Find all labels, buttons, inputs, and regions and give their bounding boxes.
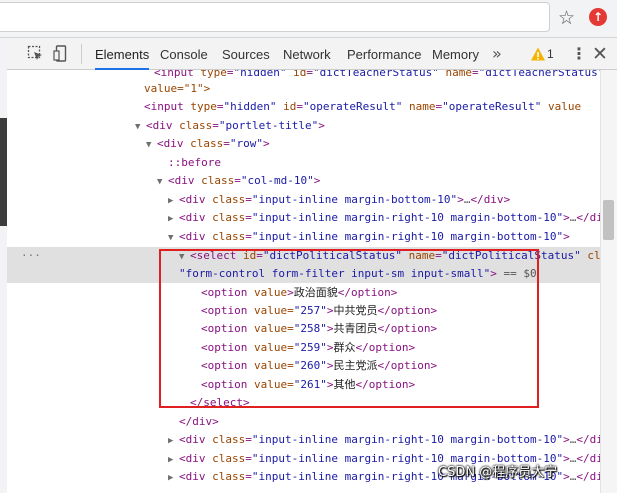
expand-triangle-icon[interactable]: ▼ xyxy=(168,229,179,247)
more-options-icon[interactable]: ⋮ xyxy=(571,38,587,70)
device-toolbar-icon[interactable] xyxy=(53,45,70,62)
address-bar[interactable] xyxy=(0,2,550,32)
watermark: CSDN @程序员大宁 xyxy=(438,465,558,480)
collapse-triangle-icon[interactable]: ▶ xyxy=(168,451,179,469)
dom-node-line[interactable]: value="1"> xyxy=(7,80,600,98)
browser-toolbar: ☆ ↑ xyxy=(0,0,617,38)
vertical-scrollbar[interactable] xyxy=(600,70,617,493)
dom-node-line[interactable]: ▶ <div class="input-inline margin-bottom-… xyxy=(7,191,600,209)
collapse-triangle-icon[interactable]: ▶ xyxy=(168,432,179,450)
dom-node-line[interactable]: ▶ <div class="input-inline margin-right-1… xyxy=(7,209,600,227)
tab-console[interactable]: Console xyxy=(160,38,208,70)
warning-icon[interactable] xyxy=(530,46,546,62)
collapse-triangle-icon[interactable]: ▶ xyxy=(168,210,179,228)
tab-elements[interactable]: Elements xyxy=(95,38,150,70)
more-tabs-button[interactable]: » xyxy=(492,38,502,70)
dom-node-line[interactable]: ▶ <div class="input-inline margin-right-1… xyxy=(7,431,600,449)
extension-icon[interactable]: ↑ xyxy=(589,8,607,26)
scrollbar-thumb[interactable] xyxy=(603,200,614,240)
dom-node-line[interactable]: <input type="hidden" id="operateResult" … xyxy=(7,98,600,116)
warning-count[interactable]: 1 xyxy=(547,38,554,71)
dom-node-line[interactable]: </div> xyxy=(7,413,600,431)
tab-sources[interactable]: Sources xyxy=(222,38,270,70)
toolbar-divider xyxy=(81,44,82,64)
dom-node-line[interactable]: ▼ <div class="portlet-title"> xyxy=(7,117,600,135)
dom-node-line[interactable]: ▼ <div class="row"> xyxy=(7,135,600,153)
dom-node-line[interactable]: ▼ <div class="input-inline margin-right-1… xyxy=(7,228,600,246)
close-devtools-icon[interactable]: ✕ xyxy=(592,38,608,70)
node-actions-icon[interactable]: ··· xyxy=(21,247,41,265)
collapse-triangle-icon[interactable]: ▶ xyxy=(168,192,179,210)
expand-triangle-icon[interactable]: ▼ xyxy=(135,118,146,136)
inspect-element-icon[interactable] xyxy=(27,45,44,62)
dom-node-line[interactable]: ▼ <div class="col-md-10"> xyxy=(7,172,600,190)
page-edge xyxy=(0,38,7,493)
tab-memory[interactable]: Memory xyxy=(432,38,479,70)
devtools-toolbar: Elements Console Sources Network Perform… xyxy=(7,38,617,70)
tab-network[interactable]: Network xyxy=(283,38,331,70)
dom-node-line[interactable]: ::before xyxy=(7,154,600,172)
expand-triangle-icon[interactable]: ▼ xyxy=(146,136,157,154)
highlight-annotation-box xyxy=(159,249,539,408)
collapse-triangle-icon[interactable]: ▶ xyxy=(168,469,179,487)
bookmark-star-icon[interactable]: ☆ xyxy=(558,6,575,30)
tab-performance[interactable]: Performance xyxy=(347,38,421,70)
expand-triangle-icon[interactable]: ▼ xyxy=(157,173,168,191)
